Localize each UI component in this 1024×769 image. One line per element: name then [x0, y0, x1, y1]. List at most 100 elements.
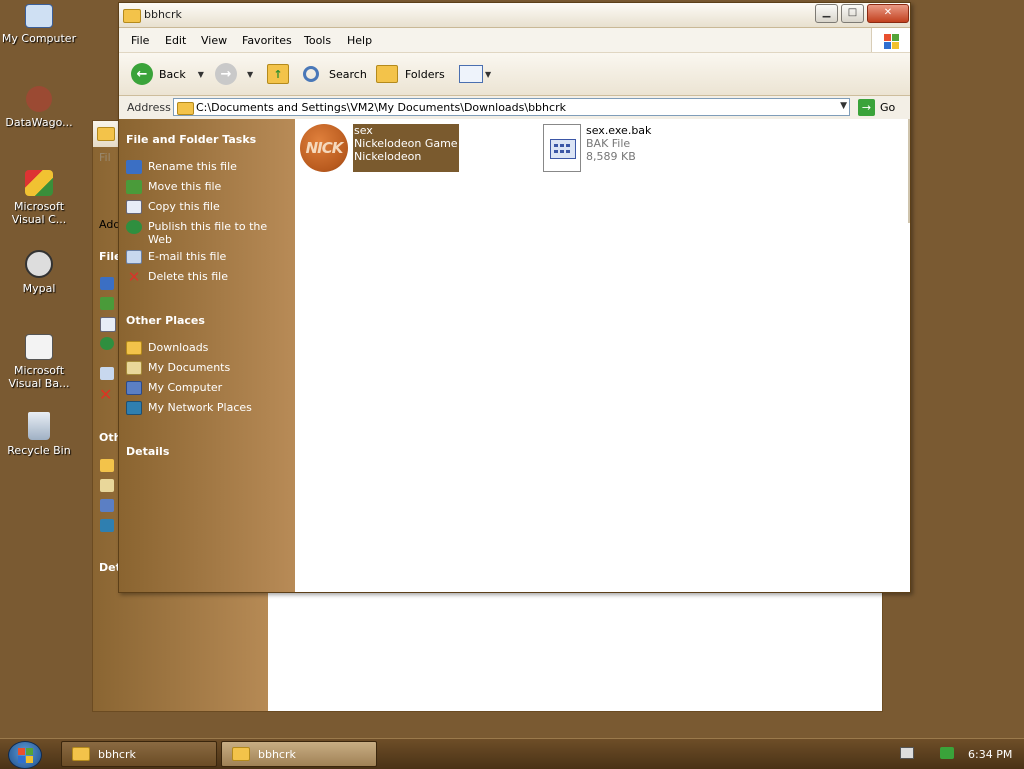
folder-icon — [123, 9, 141, 23]
folder-icon — [126, 341, 142, 355]
desktop-icon-visual-basic[interactable]: Microsoft Visual Ba... — [0, 334, 78, 390]
task-rename-file[interactable]: Rename this file — [126, 160, 273, 174]
mypal-icon — [25, 250, 53, 278]
file-item-bak[interactable]: sex.exe.bak BAK File 8,589 KB — [543, 124, 651, 172]
menu-bar: File Edit View Favorites Tools Help — [119, 28, 910, 53]
menu-favorites[interactable]: Favorites — [242, 34, 292, 47]
go-button[interactable]: → Go — [858, 99, 895, 116]
move-icon — [126, 180, 142, 194]
my-documents-icon — [100, 479, 114, 492]
details-header[interactable]: Details — [126, 445, 169, 458]
network-tray-icon[interactable] — [940, 747, 954, 759]
file-size: 8,589 KB — [586, 150, 636, 163]
delete-icon: ✕ — [127, 268, 141, 286]
menu-view[interactable]: View — [201, 34, 227, 47]
views-icon — [459, 65, 483, 83]
my-documents-icon — [126, 361, 142, 375]
menu-file[interactable]: File — [131, 34, 149, 47]
views-button[interactable]: ▼ — [459, 63, 491, 85]
visual-c-icon — [25, 170, 53, 196]
task-email-file[interactable]: E-mail this file — [126, 250, 273, 264]
task-copy-file[interactable]: Copy this file — [126, 200, 273, 214]
forward-button[interactable]: → ▼ — [215, 63, 253, 85]
nick-logo-text: NICK — [305, 139, 344, 157]
up-folder-button[interactable]: ↑ — [267, 63, 289, 85]
other-places-header[interactable]: Other Places — [126, 314, 205, 327]
file-name: sex.exe.bak — [586, 124, 652, 137]
folders-label: Folders — [405, 67, 445, 81]
task-label: Publish this file to the Web — [148, 220, 268, 246]
scrollbar[interactable] — [908, 119, 910, 223]
file-item-text: sex Nickelodeon Game Nickelodeon — [353, 124, 459, 172]
task-move-file[interactable]: Move this file — [126, 180, 273, 194]
folders-button[interactable]: Folders — [376, 63, 445, 85]
task-delete-file[interactable]: ✕ Delete this file — [126, 268, 273, 286]
task-label: Copy this file — [148, 200, 220, 213]
menu-edit[interactable]: Edit — [165, 34, 186, 47]
place-my-computer[interactable]: My Computer — [126, 381, 273, 395]
folder-icon — [97, 127, 115, 141]
file-company: Nickelodeon — [354, 150, 422, 163]
file-folder-tasks-header[interactable]: File and Folder Tasks — [126, 133, 256, 146]
partial-menu-label: Fil — [99, 151, 111, 164]
desktop-icon-mypal[interactable]: Mypal — [0, 250, 78, 295]
publish-icon — [126, 220, 142, 234]
place-label: My Documents — [148, 361, 231, 374]
place-my-documents[interactable]: My Documents — [126, 361, 273, 375]
copy-icon — [126, 200, 142, 214]
rename-icon — [100, 277, 114, 290]
minimize-button[interactable]: ▁ — [815, 4, 838, 23]
copy-icon — [100, 317, 116, 332]
taskbar-button-bbhcrk-2[interactable]: bbhcrk — [221, 741, 377, 767]
publish-icon — [100, 337, 114, 350]
network-icon — [100, 519, 114, 532]
explorer-window[interactable]: bbhcrk ▁ □ ✕ File Edit View Favorites To… — [118, 2, 911, 593]
desktop-icon-datawagon[interactable]: DataWago... — [0, 86, 78, 129]
search-button[interactable]: Search — [303, 63, 367, 85]
file-name: sex — [354, 124, 373, 137]
rename-icon — [126, 160, 142, 174]
maximize-button[interactable]: □ — [841, 4, 864, 23]
menu-tools[interactable]: Tools — [304, 34, 331, 47]
chevron-down-icon[interactable]: ▼ — [247, 70, 253, 79]
clock[interactable]: 6:34 PM — [968, 748, 1012, 761]
desktop-icon-label: Mypal — [22, 282, 56, 295]
file-item-nick[interactable]: NICK sex Nickelodeon Game Nickelodeon — [300, 124, 459, 172]
address-label: Address — [127, 101, 171, 114]
menu-help[interactable]: Help — [347, 34, 372, 47]
address-input[interactable]: C:\Documents and Settings\VM2\My Documen… — [173, 98, 850, 116]
desktop-icon-label: Recycle Bin — [7, 444, 71, 457]
nickelodeon-icon: NICK — [300, 124, 348, 172]
chevron-down-icon[interactable]: ▼ — [840, 101, 847, 111]
task-publish-file[interactable]: Publish this file to the Web — [126, 220, 273, 246]
keyboard-icon[interactable] — [900, 747, 914, 759]
desktop-icon-label: Microsoft Visual C... — [11, 200, 67, 226]
email-icon — [126, 250, 142, 264]
search-label: Search — [329, 67, 367, 81]
file-item-text: sex.exe.bak BAK File 8,589 KB — [586, 124, 651, 172]
window-titlebar[interactable]: bbhcrk ▁ □ ✕ — [119, 3, 910, 28]
file-view[interactable]: NICK sex Nickelodeon Game Nickelodeon se… — [295, 119, 910, 592]
my-computer-icon — [100, 499, 114, 512]
taskbar: bbhcrk bbhcrk 6:34 PM — [0, 738, 1024, 769]
place-label: Downloads — [148, 341, 209, 354]
datawagon-icon — [26, 86, 52, 112]
start-button[interactable] — [8, 741, 42, 769]
back-label: Back — [159, 67, 186, 81]
desktop-icon-my-computer[interactable]: My Computer — [0, 4, 78, 45]
address-path: C:\Documents and Settings\VM2\My Documen… — [196, 101, 566, 114]
desktop-icon-label: My Computer — [1, 32, 77, 45]
desktop-icon-label: DataWago... — [5, 116, 73, 129]
close-button[interactable]: ✕ — [867, 4, 909, 23]
chevron-down-icon[interactable]: ▼ — [198, 70, 204, 79]
place-downloads[interactable]: Downloads — [126, 341, 273, 355]
desktop-icon-recycle-bin[interactable]: Recycle Bin — [0, 412, 78, 457]
place-my-network-places[interactable]: My Network Places — [126, 401, 273, 415]
email-icon — [100, 367, 114, 380]
taskbar-button-bbhcrk-1[interactable]: bbhcrk — [61, 741, 217, 767]
desktop-icon-visual-c[interactable]: Microsoft Visual C... — [0, 170, 78, 226]
task-label: Move this file — [148, 180, 222, 193]
folder-icon — [72, 747, 90, 761]
back-button[interactable]: ← Back ▼ — [131, 63, 204, 85]
task-label: Rename this file — [148, 160, 237, 173]
